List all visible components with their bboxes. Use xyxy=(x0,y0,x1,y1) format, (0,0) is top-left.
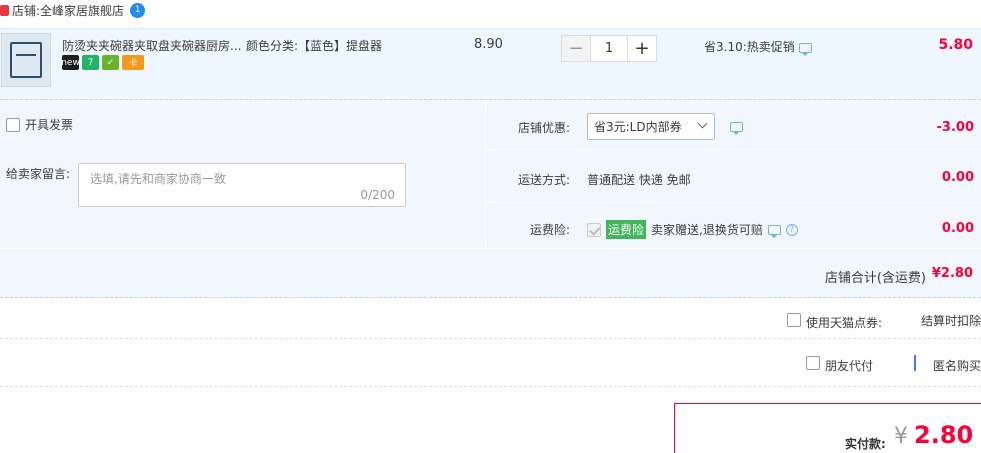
quantity-stepper: − + xyxy=(561,35,657,62)
friend-pay-label: 朋友代付 xyxy=(825,359,874,373)
order-item-row: 防烫夹夹碗器夹取盘夹碗器厨房... 颜色分类:【蓝色】提盘器 new 7 ✓ 卡… xyxy=(0,28,981,98)
memo-textarea[interactable]: 选填,请先和商家协商一致 0/200 xyxy=(78,163,406,207)
guarantee-icon[interactable]: ✓ xyxy=(102,55,119,70)
final-label: 实付款: xyxy=(845,437,886,451)
unit-price: 8.90 xyxy=(474,37,503,52)
shop-total-row: 店铺合计(含运费) ¥2.80 xyxy=(0,248,981,297)
quantity-increase-button[interactable]: + xyxy=(627,35,657,62)
shop-coupon-row: 店铺优惠: 省3元:LD内部券 -3.00 xyxy=(486,100,981,150)
card-icon[interactable]: 卡 xyxy=(122,55,144,70)
shop-coupon-label: 店铺优惠: xyxy=(517,121,570,135)
shop-message-badge[interactable]: 1 xyxy=(130,2,146,18)
shop-coupon-select[interactable]: 省3元:LD内部券 xyxy=(587,113,715,140)
help-icon[interactable]: ? xyxy=(785,223,798,236)
memo-placeholder: 选填,请先和商家协商一致 xyxy=(90,172,226,186)
quantity-decrease-button[interactable]: − xyxy=(561,35,591,62)
insurance-label: 运费险: xyxy=(529,223,570,237)
shop-name-link[interactable]: 全峰家居旗舰店 xyxy=(40,2,124,19)
promo-text: 省3.10:热卖促销 xyxy=(704,38,812,56)
shop-label: 店铺: xyxy=(12,3,41,18)
shipping-amount: 0.00 xyxy=(941,170,974,185)
insurance-amount: 0.00 xyxy=(941,221,974,236)
points-row: 使用天猫点券: 结算时扣除 xyxy=(0,300,981,339)
options-left: 开具发票 给卖家留言: 选填,请先和商家协商一致 0/200 xyxy=(0,100,485,248)
final-amount: 2.80 xyxy=(914,421,974,449)
promo-label: 省3.10:热卖促销 xyxy=(704,40,795,54)
anonymous-label: 匿名购买 xyxy=(933,359,981,373)
shipping-label: 运送方式: xyxy=(517,173,570,187)
memo-label: 给卖家留言: xyxy=(6,167,71,181)
new-icon[interactable]: new xyxy=(61,55,80,70)
service-icons: new 7 ✓ 卡 xyxy=(61,55,144,70)
chevron-down-icon xyxy=(697,118,708,129)
anonymous-checkbox[interactable] xyxy=(914,355,916,371)
points-label: 使用天猫点券: xyxy=(806,316,883,330)
product-image-rack xyxy=(10,42,42,78)
shop-header: 店铺: 全峰家居旗舰店 1 xyxy=(0,0,981,20)
insurance-checkbox xyxy=(587,222,601,237)
points-checkbox[interactable] xyxy=(787,313,801,327)
insurance-text: 卖家赠送,退换货可赔 xyxy=(651,223,763,237)
product-sku: 颜色分类:【蓝色】提盘器 xyxy=(246,39,383,53)
shipping-method: 普通配送 快递 免邮 xyxy=(587,173,691,187)
insurance-chat-icon[interactable] xyxy=(767,224,781,238)
options-right: 店铺优惠: 省3元:LD内部券 -3.00 运送方式: 普通配送 快递 免邮 0… xyxy=(485,100,981,248)
final-payment-box: 实付款: ¥ 2.80 xyxy=(674,403,981,453)
invoice-checkbox[interactable] xyxy=(6,117,20,132)
chat-icon[interactable] xyxy=(798,42,812,56)
friend-pay-checkbox[interactable] xyxy=(806,356,820,370)
final-currency: ¥ xyxy=(894,424,908,449)
product-title-link[interactable]: 防烫夹夹碗器夹取盘夹碗器厨房... xyxy=(62,37,241,54)
insurance-row: 运费险: 运费险 卖家赠送,退换货可赔 ? 0.00 xyxy=(486,203,981,248)
insurance-badge: 运费险 xyxy=(606,220,647,239)
order-options-panel: 开具发票 给卖家留言: 选填,请先和商家协商一致 0/200 店铺优惠: 省3元… xyxy=(0,99,981,298)
invoice-label: 开具发票 xyxy=(25,118,74,132)
shop-total-amount: ¥2.80 xyxy=(931,266,973,281)
coupon-chat-icon[interactable] xyxy=(730,122,743,135)
insurance-option: 运费险 卖家赠送,退换货可赔 ? xyxy=(587,220,798,239)
invoice-option[interactable]: 开具发票 xyxy=(6,116,73,133)
shipping-row: 运送方式: 普通配送 快递 免邮 0.00 xyxy=(486,153,981,203)
memo-counter: 0/200 xyxy=(360,188,395,202)
seven-day-return-icon[interactable]: 7 xyxy=(82,55,99,70)
payment-options-row: 朋友代付 匿名购买 xyxy=(0,340,981,387)
shop-total-label: 店铺合计(含运费) xyxy=(824,271,926,286)
shop-coupon-amount: -3.00 xyxy=(936,120,974,135)
quantity-input[interactable] xyxy=(591,35,627,62)
product-thumbnail[interactable] xyxy=(1,33,51,87)
shop-icon xyxy=(0,4,9,16)
points-note: 结算时扣除 xyxy=(920,314,981,328)
item-subtotal: 5.80 xyxy=(938,37,973,53)
shop-coupon-value: 省3元:LD内部券 xyxy=(594,120,682,134)
